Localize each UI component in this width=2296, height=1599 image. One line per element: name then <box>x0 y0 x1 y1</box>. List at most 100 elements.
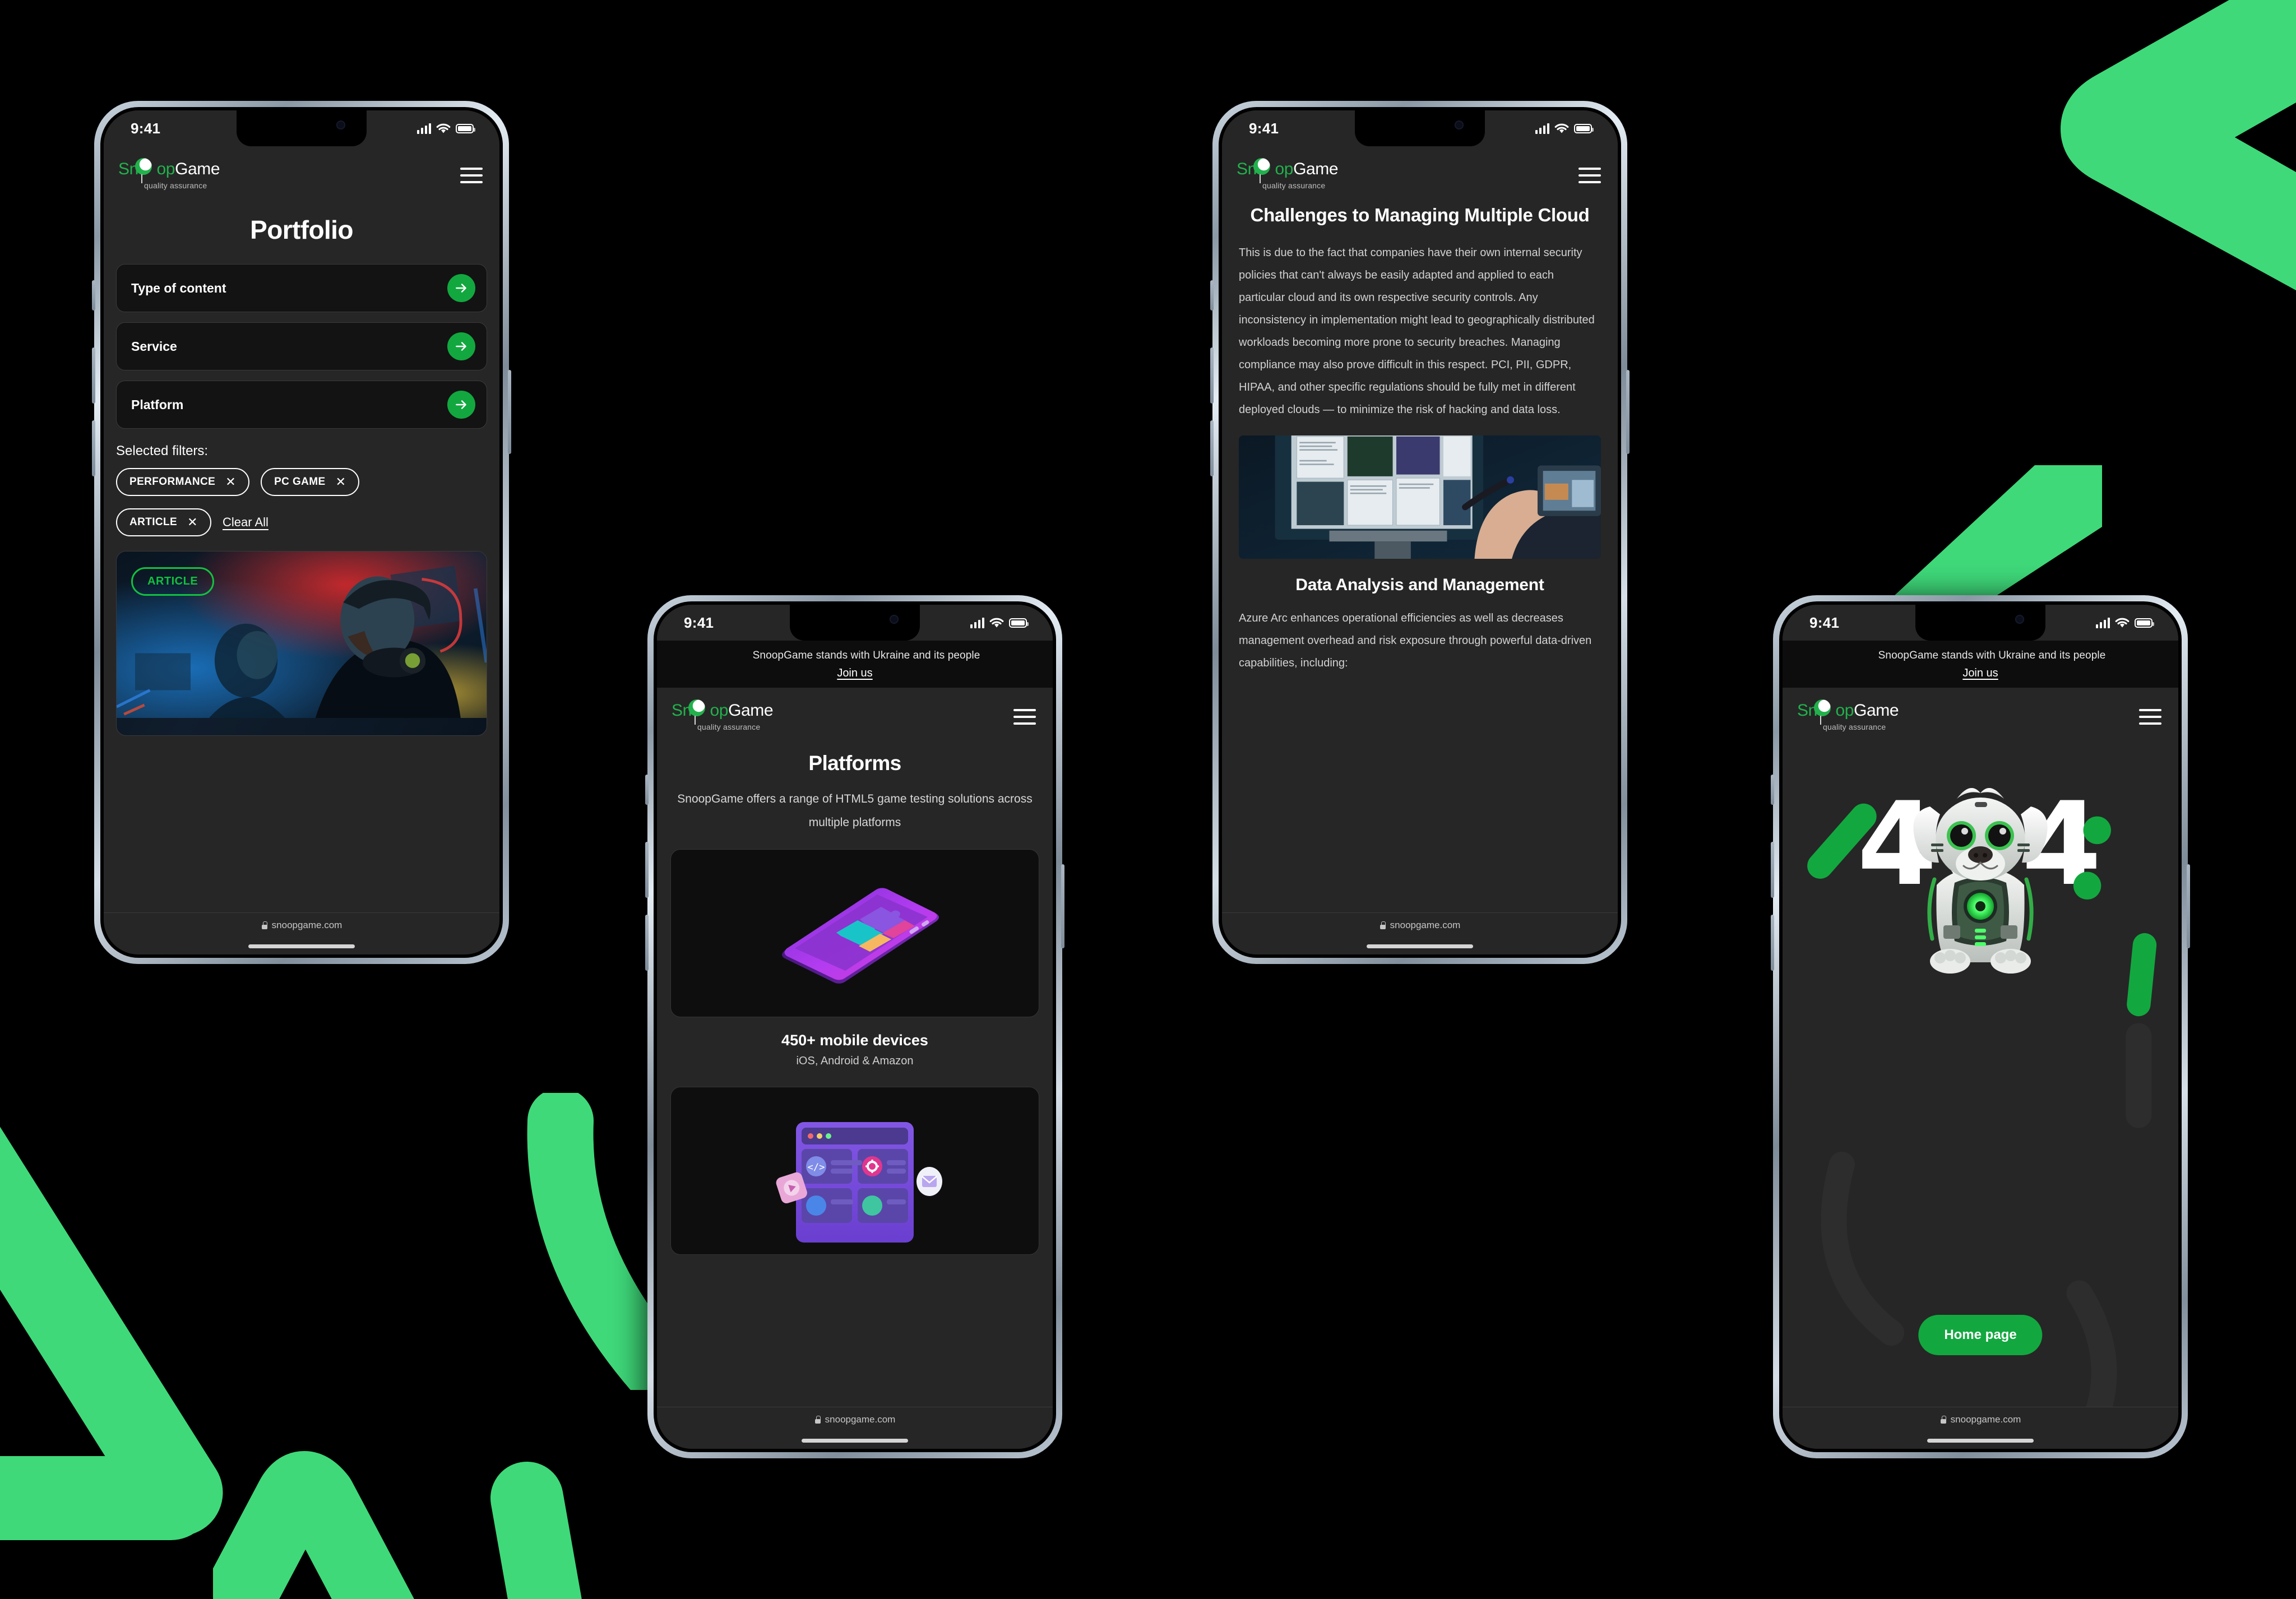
close-x-icon[interactable]: ✕ <box>336 476 346 488</box>
svg-text:</>: </> <box>808 1162 825 1173</box>
article-image <box>1239 435 1601 559</box>
status-badge: ARTICLE <box>131 567 215 596</box>
filter-row-service[interactable]: Service <box>116 322 487 370</box>
notch <box>790 605 920 641</box>
status-time: 9:41 <box>1249 119 1279 137</box>
filter-label: Type of content <box>131 280 226 295</box>
filter-label: Service <box>131 339 177 354</box>
wifi-icon <box>989 618 1004 627</box>
logo-tagline: quality assurance <box>697 722 761 731</box>
status-bar: 9:41 <box>657 605 1053 641</box>
phone-mockup-article: 9:41 SnooopGame <box>1210 101 1630 964</box>
home-indicator <box>104 938 499 954</box>
browser-url-bar[interactable]: snoopgame.com <box>104 912 499 938</box>
filter-row-platform[interactable]: Platform <box>116 381 487 429</box>
logo-text-game: Game <box>728 701 774 720</box>
hamburger-menu-icon[interactable] <box>460 168 483 183</box>
snoop-dog-magnifier-icon <box>1253 158 1270 183</box>
home-page-button[interactable]: Home page <box>1918 1315 2043 1355</box>
notch <box>1915 605 2045 641</box>
wifi-icon <box>2115 618 2130 627</box>
logo-text-game: Game <box>1293 160 1339 178</box>
poster-canvas: 9:41 SnooopGame <box>0 0 2296 1599</box>
page-title: Platforms <box>808 752 901 775</box>
arrow-right-icon[interactable] <box>447 274 475 302</box>
green-letter-m-bottom <box>213 1451 582 1599</box>
article-body: This is due to the fact that companies h… <box>1239 246 1595 416</box>
lock-icon <box>1940 1416 1947 1424</box>
brand-logo[interactable]: SnooopGame quality assurance <box>1797 699 1899 731</box>
brand-logo[interactable]: SnooopGame quality assurance <box>672 699 774 731</box>
arrow-right-icon[interactable] <box>447 391 475 419</box>
filter-chip-article[interactable]: ARTICLE ✕ <box>116 508 211 536</box>
home-indicator <box>1222 938 1618 954</box>
url-text: snoopgame.com <box>1950 1414 2021 1425</box>
filter-chip-pc-game[interactable]: PC GAME ✕ <box>261 468 360 496</box>
selected-filters-label: Selected filters: <box>116 443 209 458</box>
logo-tagline: quality assurance <box>1262 181 1326 190</box>
cellular-bars-icon <box>2095 617 2110 628</box>
status-bar: 9:41 <box>1222 110 1618 146</box>
green-diagonal-phone4 <box>1878 465 2102 611</box>
close-x-icon[interactable]: ✕ <box>225 476 236 488</box>
site-header: SnooopGame quality assurance <box>104 146 499 198</box>
join-us-link[interactable]: Join us <box>837 667 872 680</box>
page-subtitle: SnoopGame offers a range of HTML5 game t… <box>677 792 1033 829</box>
portfolio-card[interactable]: ARTICLE <box>116 551 487 736</box>
robot-dog-mascot-icon <box>1913 788 2048 974</box>
ukraine-support-ribbon: SnoopGame stands with Ukraine and its pe… <box>1783 641 2178 688</box>
article-title: Challenges to Managing Multiple Cloud <box>1250 205 1590 225</box>
phone4-screen: 9:41 SnoopGame stands with Ukraine and i… <box>1783 605 2178 1449</box>
filter-label: Platform <box>131 397 184 412</box>
phone2-content: Platforms SnoopGame offers a range of HT… <box>657 739 1053 1407</box>
hamburger-menu-icon[interactable] <box>2139 709 2161 725</box>
hamburger-menu-icon[interactable] <box>1013 709 1036 725</box>
cellular-bars-icon <box>970 617 984 628</box>
ukraine-support-ribbon: SnoopGame stands with Ukraine and its pe… <box>657 641 1053 688</box>
hamburger-menu-icon[interactable] <box>1578 168 1601 183</box>
phone3-content: Challenges to Managing Multiple Cloud Th… <box>1222 198 1618 912</box>
status-time: 9:41 <box>1809 614 1840 631</box>
green-letter-a-top-right <box>2061 0 2296 291</box>
logo-text-op: op <box>156 160 175 178</box>
platform-card-mobile[interactable] <box>670 849 1039 1017</box>
clear-all-link[interactable]: Clear All <box>223 515 269 530</box>
platform-card-subheading: iOS, Android & Amazon <box>796 1055 914 1067</box>
article-section-body: Azure Arc enhances operational efficienc… <box>1239 611 1592 669</box>
arrow-right-icon[interactable] <box>447 332 475 360</box>
filter-chip-performance[interactable]: PERFORMANCE ✕ <box>116 468 250 496</box>
phone-mockup-platforms: 9:41 SnoopGame stands with Ukraine and i… <box>645 595 1064 1458</box>
chip-label: PC GAME <box>274 476 326 488</box>
cellular-bars-icon <box>416 123 431 134</box>
platform-card-browser[interactable]: </> <box>670 1087 1039 1255</box>
browser-url-bar[interactable]: snoopgame.com <box>1222 912 1618 938</box>
filter-list: Type of content Service Platform <box>104 264 499 429</box>
home-indicator <box>1783 1432 2178 1449</box>
snoop-dog-magnifier-icon <box>1814 699 1831 725</box>
url-text: snoopgame.com <box>1390 920 1461 930</box>
filter-row-type-of-content[interactable]: Type of content <box>116 264 487 312</box>
browser-url-bar[interactable]: snoopgame.com <box>1783 1407 2178 1432</box>
page-title: Portfolio <box>250 215 353 244</box>
phone2-screen: 9:41 SnoopGame stands with Ukraine and i… <box>657 605 1053 1449</box>
logo-text-op: op <box>1275 160 1294 178</box>
brand-logo[interactable]: SnooopGame quality assurance <box>1237 158 1339 190</box>
lock-icon <box>814 1416 821 1424</box>
notch <box>237 110 367 146</box>
battery-full-icon <box>1009 618 1029 628</box>
chip-label: ARTICLE <box>129 516 178 528</box>
ribbon-text: SnoopGame stands with Ukraine and its pe… <box>752 650 980 661</box>
close-x-icon[interactable]: ✕ <box>187 516 198 529</box>
site-header: SnooopGame quality assurance <box>1783 688 2178 739</box>
browser-url-bar[interactable]: snoopgame.com <box>657 1407 1053 1432</box>
logo-tagline: quality assurance <box>1823 722 1886 731</box>
front-camera-icon <box>2015 615 2024 624</box>
platform-card-heading: 450+ mobile devices <box>781 1032 928 1049</box>
join-us-link[interactable]: Join us <box>1962 667 1998 680</box>
front-camera-icon <box>1455 120 1464 129</box>
brand-logo[interactable]: SnooopGame quality assurance <box>118 158 220 190</box>
logo-text-op: op <box>710 701 729 720</box>
status-bar: 9:41 <box>104 110 499 146</box>
logo-tagline: quality assurance <box>144 181 207 190</box>
front-camera-icon <box>336 120 345 129</box>
